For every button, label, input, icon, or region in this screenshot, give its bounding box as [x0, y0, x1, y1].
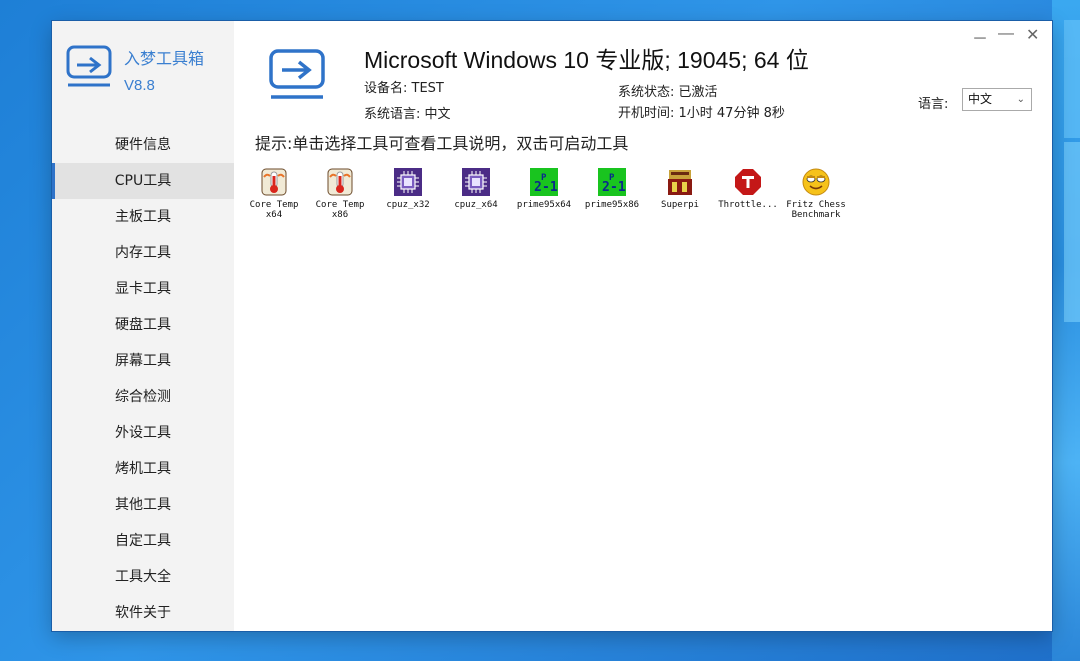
windows-os-icon [269, 49, 325, 99]
svg-text:-1: -1 [610, 180, 626, 195]
tool-prime95-x64[interactable]: 2 P -1 prime95x64 [512, 167, 576, 210]
tool-coretemp-x64[interactable]: Core Temp x64 [242, 167, 306, 220]
tool-label: cpuz_x32 [386, 200, 430, 210]
sidebar-item-about[interactable]: 软件关于 [52, 595, 234, 631]
maximize-button[interactable]: — [998, 25, 1014, 43]
tool-coretemp-x86[interactable]: Core Temp x86 [308, 167, 372, 220]
tool-label: prime95x64 [516, 200, 572, 210]
sidebar-item-disk-tools[interactable]: 硬盘工具 [52, 307, 234, 343]
app-logo-icon [66, 45, 112, 87]
windows-logo-pane [1064, 142, 1080, 322]
tool-cpuz-x32[interactable]: cpuz_x32 [376, 167, 440, 210]
app-window: 入梦工具箱 V8.8 硬件信息 CPU工具 主板工具 内存工具 显卡工具 硬盘工… [52, 21, 1052, 631]
sidebar-item-gpu-tools[interactable]: 显卡工具 [52, 271, 234, 307]
language-label: 语言: [918, 97, 949, 112]
sidebar-item-stress-tools[interactable]: 烤机工具 [52, 451, 234, 487]
sidebar-item-motherboard-tools[interactable]: 主板工具 [52, 199, 234, 235]
tool-label: Superpi [661, 200, 699, 210]
uptime: 开机时间: 1小时 47分钟 8秒 [618, 106, 785, 121]
prime95-icon: 2 P -1 [530, 168, 558, 196]
tool-throttlestop[interactable]: Throttle... [716, 167, 780, 210]
throttlestop-icon [735, 169, 761, 195]
tool-label: Core Temp x86 [315, 200, 365, 220]
tool-label: cpuz_x64 [454, 200, 498, 210]
minimize-button[interactable]: － [972, 25, 988, 49]
sidebar-item-other-tools[interactable]: 其他工具 [52, 487, 234, 523]
tool-superpi[interactable]: Superpi [648, 167, 712, 210]
fritz-smiley-icon [802, 168, 830, 196]
app-name: 入梦工具箱 [124, 51, 205, 68]
os-title: Microsoft Windows 10 专业版; 19045; 64 位 [364, 47, 809, 73]
svg-text:-1: -1 [542, 180, 558, 195]
hint-text: 提示:单击选择工具可查看工具说明，双击可启动工具 [255, 134, 629, 153]
close-button[interactable]: ✕ [1026, 25, 1039, 45]
tool-label: Fritz Chess Benchmark [786, 200, 846, 220]
sidebar-item-all-tools[interactable]: 工具大全 [52, 559, 234, 595]
sidebar-item-custom-tools[interactable]: 自定工具 [52, 523, 234, 559]
device-name: 设备名: TEST [364, 81, 444, 96]
cpu-chip-icon [462, 168, 490, 196]
thermometer-icon [261, 168, 287, 196]
cpu-chip-icon [394, 168, 422, 196]
tool-label: Throttle... [718, 200, 778, 210]
sidebar-item-hardware-info[interactable]: 硬件信息 [52, 127, 234, 163]
windows-logo-pane [1064, 20, 1080, 138]
sidebar-item-peripheral-tools[interactable]: 外设工具 [52, 415, 234, 451]
superpi-icon [668, 170, 692, 195]
sidebar-item-cpu-tools[interactable]: CPU工具 [52, 163, 234, 199]
sidebar-item-memory-tools[interactable]: 内存工具 [52, 235, 234, 271]
desktop-background-edge [1052, 0, 1080, 661]
sidebar-item-comprehensive-test[interactable]: 综合检测 [52, 379, 234, 415]
sidebar-menu: 硬件信息 CPU工具 主板工具 内存工具 显卡工具 硬盘工具 屏幕工具 综合检测… [52, 127, 234, 631]
tool-prime95-x86[interactable]: 2 P -1 prime95x86 [580, 167, 644, 210]
app-version: V8.8 [124, 77, 155, 94]
language-select[interactable]: 中文 ⌄ [962, 88, 1032, 111]
thermometer-icon [327, 168, 353, 196]
tool-cpuz-x64[interactable]: cpuz_x64 [444, 167, 508, 210]
sidebar-item-screen-tools[interactable]: 屏幕工具 [52, 343, 234, 379]
tool-fritz-chess-benchmark[interactable]: Fritz Chess Benchmark [784, 167, 848, 220]
activation-status: 系统状态: 已激活 [618, 85, 718, 100]
chevron-down-icon: ⌄ [1016, 94, 1025, 105]
tool-label: prime95x86 [584, 200, 640, 210]
system-language: 系统语言: 中文 [364, 107, 451, 122]
language-selected-value: 中文 [968, 92, 993, 106]
tool-label: Core Temp x64 [249, 200, 299, 220]
sidebar: 入梦工具箱 V8.8 硬件信息 CPU工具 主板工具 内存工具 显卡工具 硬盘工… [52, 21, 234, 631]
prime95-icon: 2 P -1 [598, 168, 626, 196]
